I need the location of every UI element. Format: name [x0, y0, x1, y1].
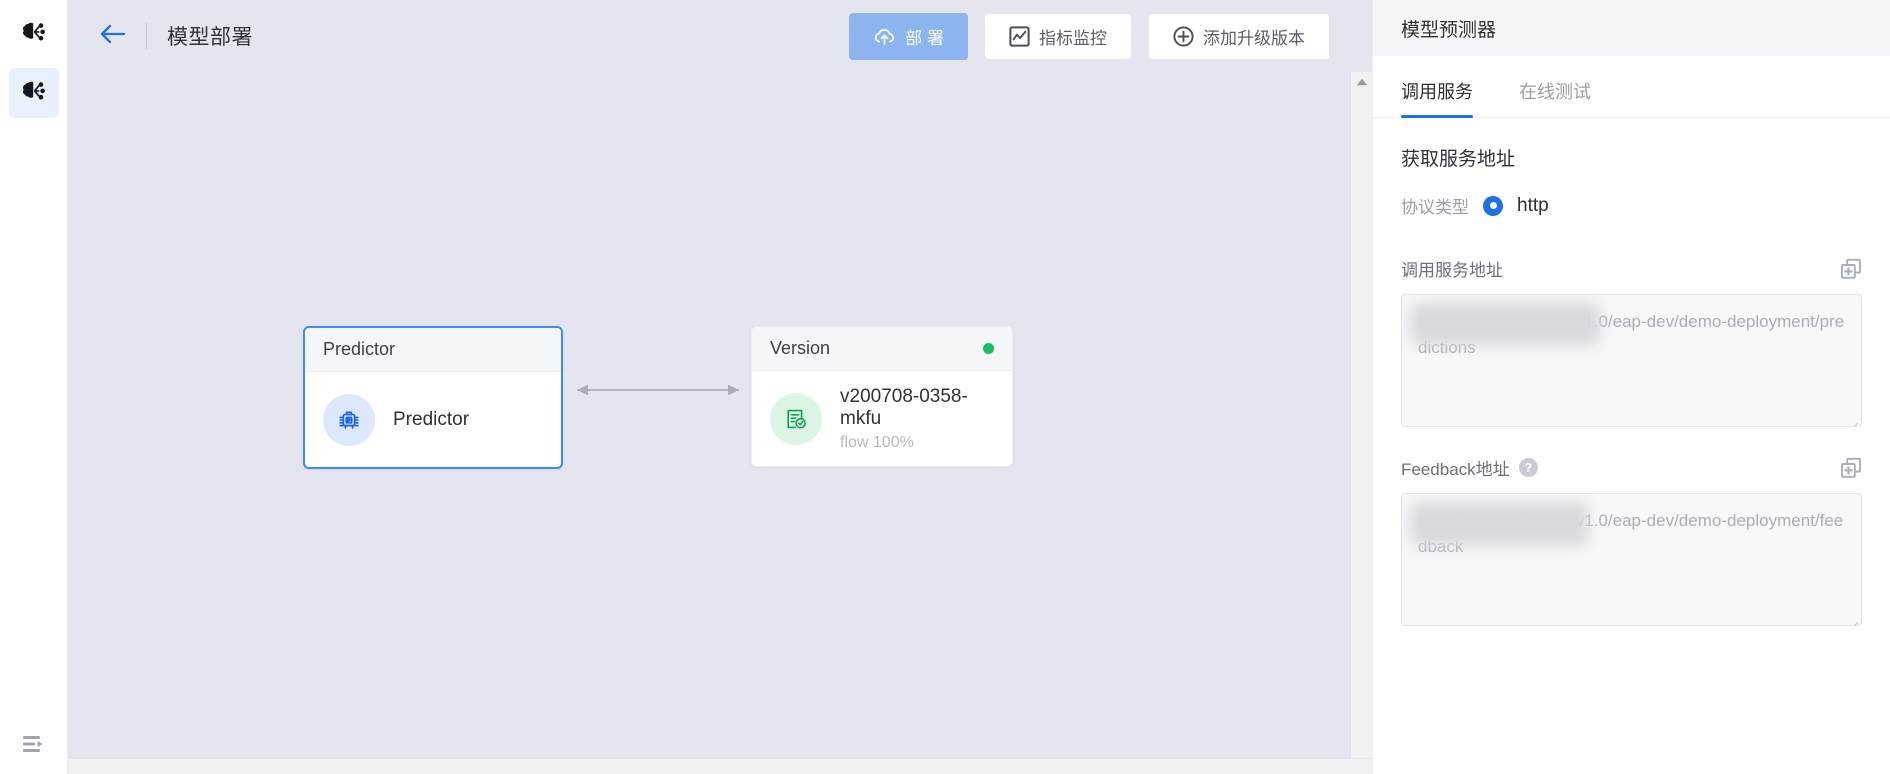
node-label: Predictor — [393, 408, 470, 430]
predictor-icon — [323, 393, 375, 446]
metrics-monitor-button[interactable]: 指标监控 — [984, 12, 1132, 60]
panel-title: 模型预测器 — [1373, 0, 1890, 56]
field-header: 调用服务地址 — [1401, 256, 1862, 281]
brain-network-icon — [20, 18, 48, 51]
plus-circle-icon — [1173, 25, 1194, 47]
copy-icon[interactable] — [1840, 258, 1862, 280]
copy-icon[interactable] — [1840, 457, 1862, 479]
field-header: Feedback地址 ? — [1401, 455, 1862, 480]
feedback-address-label: Feedback地址 — [1401, 460, 1510, 479]
status-dot — [983, 343, 994, 354]
version-check-icon — [770, 392, 822, 445]
canvas-viewport[interactable]: Predictor Predictor Version v200708-0358… — [68, 72, 1372, 774]
resize-grip-icon[interactable] — [1848, 413, 1859, 426]
arrow-left-icon — [99, 23, 127, 50]
brain-network-icon — [20, 77, 48, 110]
tab-online-test[interactable]: 在线测试 — [1519, 78, 1591, 117]
add-upgrade-version-label: 添加升级版本 — [1203, 28, 1305, 48]
sidebar-item-model-deploy[interactable] — [8, 68, 59, 118]
resize-grip-icon[interactable] — [1848, 612, 1859, 625]
graph-node-version[interactable]: Version v200708-0358-mkfu flow 100% — [751, 326, 1013, 467]
protocol-value: http — [1517, 194, 1549, 216]
node-body: Predictor — [305, 372, 561, 467]
canvas-horizontal-scrollbar[interactable] — [68, 758, 1372, 774]
tab-online-test-label: 在线测试 — [1519, 82, 1591, 102]
service-address-label: 调用服务地址 — [1401, 261, 1503, 280]
graph-node-predictor[interactable]: Predictor Predictor — [303, 326, 563, 469]
left-rail — [0, 0, 68, 774]
graph-canvas[interactable]: Predictor Predictor Version v200708-0358… — [68, 72, 1372, 774]
protocol-row: 协议类型 http — [1401, 193, 1862, 218]
page-title: 模型部署 — [167, 26, 253, 49]
section-title: 获取服务地址 — [1401, 149, 1516, 170]
node-label: v200708-0358-mkfu — [840, 385, 968, 429]
toolbar: 模型部署 部 署 指标监控 添加升级版本 — [68, 0, 1372, 72]
panel-tabs: 调用服务 在线测试 — [1373, 56, 1890, 118]
chart-monitor-icon — [1009, 25, 1030, 47]
protocol-label: 协议类型 — [1401, 198, 1469, 217]
deploy-button[interactable]: 部 署 — [849, 12, 968, 60]
toolbar-divider — [146, 23, 147, 49]
node-header-label: Version — [770, 338, 831, 358]
feedback-address-textarea[interactable]: /metrics/eap-dev/api/v1.0/eap-dev/demo-d… — [1401, 493, 1862, 626]
feedback-address-field: Feedback地址 ? /metrics/eap-dev/api/v1.0/e… — [1401, 455, 1862, 626]
feedback-address-value: /metrics/eap-dev/api/v1.0/eap-dev/demo-d… — [1418, 511, 1844, 556]
toolbar-actions: 部 署 指标监控 添加升级版本 — [849, 12, 1358, 60]
panel-body: 获取服务地址 协议类型 http 调用服务地址 /metrics/eap-dev… — [1373, 118, 1890, 654]
protocol-radio-http[interactable] — [1483, 195, 1503, 216]
node-text: v200708-0358-mkfu flow 100% — [840, 386, 994, 452]
service-address-textarea[interactable]: /metrics/eap-dev/api/v1.0/eap-dev/demo-d… — [1401, 294, 1862, 427]
service-address-value: /metrics/eap-dev/api/v1.0/eap-dev/demo-d… — [1418, 312, 1845, 357]
add-upgrade-version-button[interactable]: 添加升级版本 — [1148, 12, 1330, 60]
node-header: Predictor — [305, 328, 561, 372]
scroll-up-arrow-icon[interactable] — [1355, 75, 1369, 89]
node-connector — [565, 380, 751, 405]
tab-invoke-service-label: 调用服务 — [1401, 82, 1473, 102]
center-area: 模型部署 部 署 指标监控 添加升级版本 Predictor Predictor… — [68, 0, 1372, 774]
right-panel: 模型预测器 调用服务 在线测试 获取服务地址 协议类型 http 调用服务地址 — [1372, 0, 1890, 774]
node-header: Version — [752, 327, 1012, 371]
node-text: Predictor — [393, 409, 469, 431]
node-sublabel: flow 100% — [840, 433, 914, 451]
back-button[interactable] — [96, 19, 130, 53]
node-header-label: Predictor — [323, 339, 396, 359]
canvas-vertical-scrollbar[interactable] — [1350, 72, 1372, 774]
help-icon[interactable]: ? — [1518, 458, 1538, 477]
service-address-field: 调用服务地址 /metrics/eap-dev/api/v1.0/eap-dev… — [1401, 256, 1862, 427]
app-root: 模型部署 部 署 指标监控 添加升级版本 Predictor Predictor… — [0, 0, 1890, 774]
node-body: v200708-0358-mkfu flow 100% — [752, 371, 1012, 466]
tab-invoke-service[interactable]: 调用服务 — [1401, 78, 1473, 118]
deploy-button-label: 部 署 — [905, 28, 944, 48]
metrics-monitor-label: 指标监控 — [1039, 28, 1107, 48]
expand-menu-button[interactable] — [0, 733, 68, 760]
expand-menu-icon — [21, 733, 47, 760]
sidebar-item-brand[interactable] — [9, 9, 59, 59]
cloud-upload-icon — [873, 26, 896, 47]
